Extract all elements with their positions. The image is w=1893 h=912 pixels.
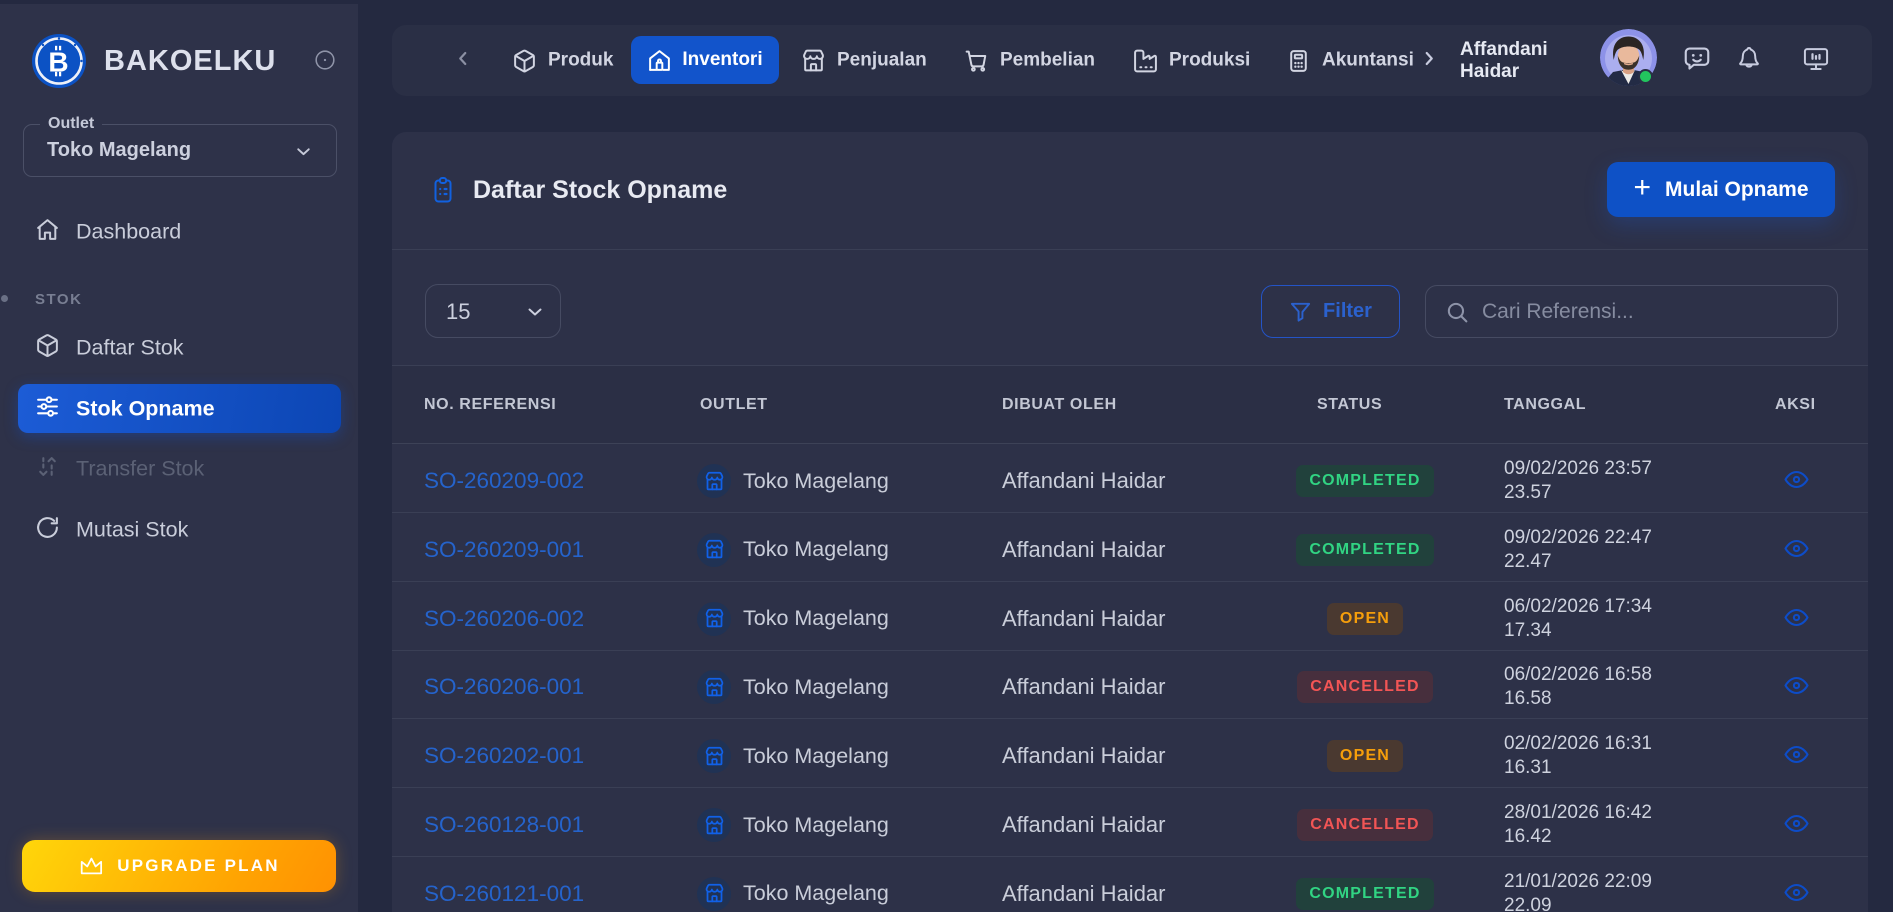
- svg-text:B: B: [48, 47, 68, 78]
